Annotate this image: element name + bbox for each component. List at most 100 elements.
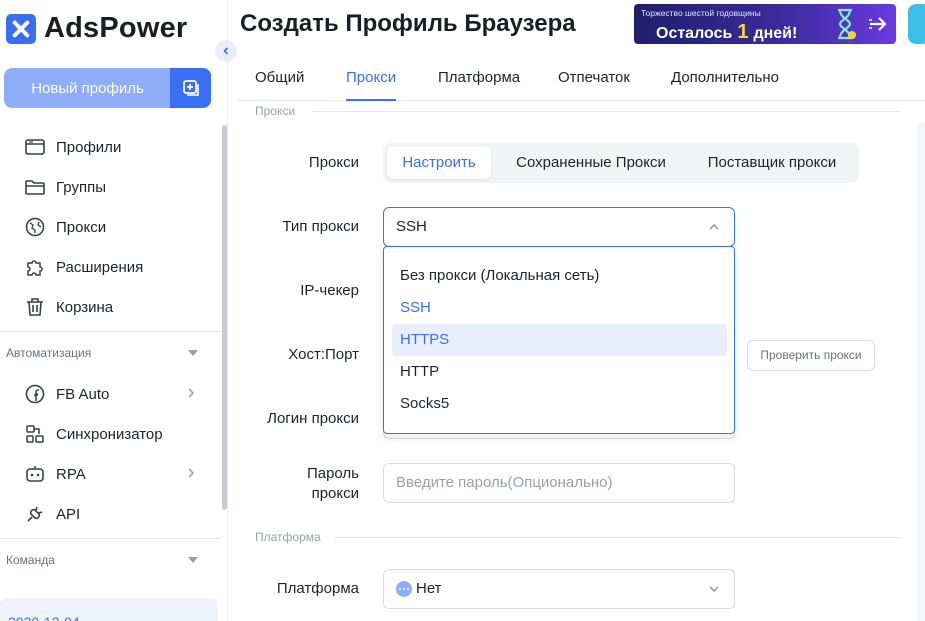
sidebar-item-label: RPA [56, 465, 86, 483]
sidebar: AdsPower Новый профиль Профили Группы Пр… [0, 0, 228, 621]
app-window: AdsPower Новый профиль Профили Группы Пр… [0, 0, 925, 621]
proxy-password-label-line2: прокси [311, 485, 359, 502]
team-section-label: Команда [6, 553, 55, 567]
proxy-option-none[interactable]: Без прокси (Локальная сеть) [392, 260, 727, 292]
tab-advanced[interactable]: Дополнительно [671, 69, 779, 99]
sidebar-item-label: Профили [56, 138, 122, 156]
platform-value: Нет [416, 580, 442, 597]
proxy-option-socks5[interactable]: Socks5 [392, 388, 727, 420]
adspower-logo-icon [6, 13, 36, 44]
profile-tabs: Общий Прокси Платформа Отпечаток Дополни… [237, 56, 925, 101]
more-dots-icon [396, 581, 412, 597]
chevron-up-icon [709, 223, 719, 230]
facebook-icon [24, 383, 46, 405]
proxy-mode-provider[interactable]: Поставщик прокси [689, 147, 855, 179]
robot-icon [24, 463, 46, 485]
proxy-form: Прокси Прокси Настроить Сохраненные Прок… [237, 101, 925, 621]
app-corner-icon[interactable] [908, 4, 925, 44]
brand-name: AdsPower [44, 12, 188, 44]
proxy-option-https[interactable]: HTTPS [392, 324, 727, 356]
sidebar-item-label: Расширения [56, 258, 144, 276]
profiles-icon [24, 136, 46, 158]
sidebar-item-extensions[interactable]: Расширения [0, 247, 220, 287]
sync-icon [24, 423, 46, 445]
proxy-option-ssh[interactable]: SSH [392, 292, 727, 324]
tab-general[interactable]: Общий [255, 69, 304, 99]
chevron-down-icon [709, 586, 719, 593]
sidebar-item-label: API [56, 505, 81, 523]
automation-section-header[interactable]: Автоматизация [0, 332, 220, 374]
chevron-right-icon [188, 468, 195, 478]
promo-days-count: 1 [737, 21, 749, 43]
sidebar-item-label: Прокси [56, 218, 107, 236]
add-profile-icon [182, 80, 199, 96]
sidebar-item-label: Корзина [56, 298, 114, 316]
sidebar-nav: Профили Группы Прокси Расширения Корзина… [0, 127, 220, 581]
proxy-password-label-line1: Пароль [306, 465, 359, 482]
tab-platform[interactable]: Платформа [438, 69, 520, 99]
sidebar-item-api[interactable]: API [0, 494, 220, 534]
sidebar-item-trash[interactable]: Корзина [0, 287, 220, 327]
hourglass-icon [838, 8, 856, 40]
platform-label: Платформа [276, 580, 359, 597]
trash-icon [24, 296, 46, 318]
chevron-left-icon [223, 47, 229, 55]
proxy-type-value: SSH [396, 218, 427, 235]
promo-subtitle: Торжество шестой годовщины [641, 8, 761, 18]
sidebar-item-label: FB Auto [56, 385, 110, 403]
folder-icon [24, 176, 46, 198]
logo: AdsPower [6, 12, 187, 45]
puzzle-icon [24, 256, 46, 278]
plug-icon [24, 503, 46, 525]
proxy-login-label: Логин прокси [267, 410, 359, 427]
sidebar-item-label: Группы [56, 178, 106, 196]
promo-suffix: дней! [753, 25, 798, 42]
caret-down-icon [188, 557, 198, 563]
section-divider [335, 537, 901, 538]
section-divider [313, 111, 901, 112]
new-profile-button[interactable]: Новый профиль [4, 68, 211, 108]
chevron-right-icon [188, 388, 195, 398]
proxy-type-select[interactable]: SSH [383, 207, 735, 247]
sidebar-item-label: Синхронизатор [56, 425, 163, 443]
check-proxy-button[interactable]: Проверить прокси [747, 340, 875, 371]
proxy-mode-custom[interactable]: Настроить [387, 147, 491, 179]
section-title-platform: Платформа [255, 530, 321, 544]
content-scrollbar[interactable] [917, 123, 925, 621]
sidebar-item-groups[interactable]: Группы [0, 167, 220, 207]
subscription-date: 2030-12-04 [8, 614, 80, 621]
subscription-info[interactable]: 2030-12-04 [0, 598, 218, 621]
batch-add-button[interactable] [170, 68, 211, 108]
tab-proxy[interactable]: Прокси [346, 69, 397, 101]
sidebar-item-profiles[interactable]: Профили [0, 127, 220, 167]
sidebar-item-fb-auto[interactable]: FB Auto [0, 374, 220, 414]
promo-countdown: Осталось 1 дней! [656, 21, 797, 44]
proxy-icon [24, 216, 46, 238]
proxy-mode-switch: Настроить Сохраненные Прокси Поставщик п… [383, 143, 859, 183]
tab-fingerprint[interactable]: Отпечаток [558, 69, 630, 99]
page-title: Создать Профиль Браузера [240, 10, 576, 37]
proxy-option-http[interactable]: HTTP [392, 356, 727, 388]
collapse-sidebar-button[interactable] [215, 40, 237, 62]
team-section-header[interactable]: Команда [0, 539, 220, 581]
sidebar-scrollbar[interactable] [222, 125, 227, 510]
proxy-type-label: Тип прокси [282, 218, 359, 235]
proxy-label: Прокси [308, 154, 359, 171]
section-title-proxy: Прокси [255, 104, 296, 118]
promo-prefix: Осталось [656, 25, 733, 42]
sidebar-item-proxy[interactable]: Прокси [0, 207, 220, 247]
host-port-label: Хост:Порт [288, 346, 359, 363]
automation-section-label: Автоматизация [6, 346, 92, 360]
ip-checker-label: IP-чекер [300, 282, 359, 299]
sidebar-item-rpa[interactable]: RPA [0, 454, 220, 494]
proxy-password-label: Пароль прокси [237, 464, 359, 504]
proxy-mode-saved[interactable]: Сохраненные Прокси [497, 147, 685, 179]
promo-banner[interactable]: Торжество шестой годовщины Осталось 1 дн… [634, 4, 896, 44]
proxy-password-input[interactable]: Введите пароль(Опционально) [383, 463, 735, 503]
caret-down-icon [188, 350, 198, 356]
proxy-type-dropdown: Без прокси (Локальная сеть) SSH HTTPS HT… [383, 246, 735, 434]
proxy-password-placeholder: Введите пароль(Опционально) [396, 474, 613, 491]
platform-select[interactable]: Нет [383, 569, 735, 609]
sidebar-item-synchronizer[interactable]: Синхронизатор [0, 414, 220, 454]
arrow-right-icon [869, 17, 887, 31]
